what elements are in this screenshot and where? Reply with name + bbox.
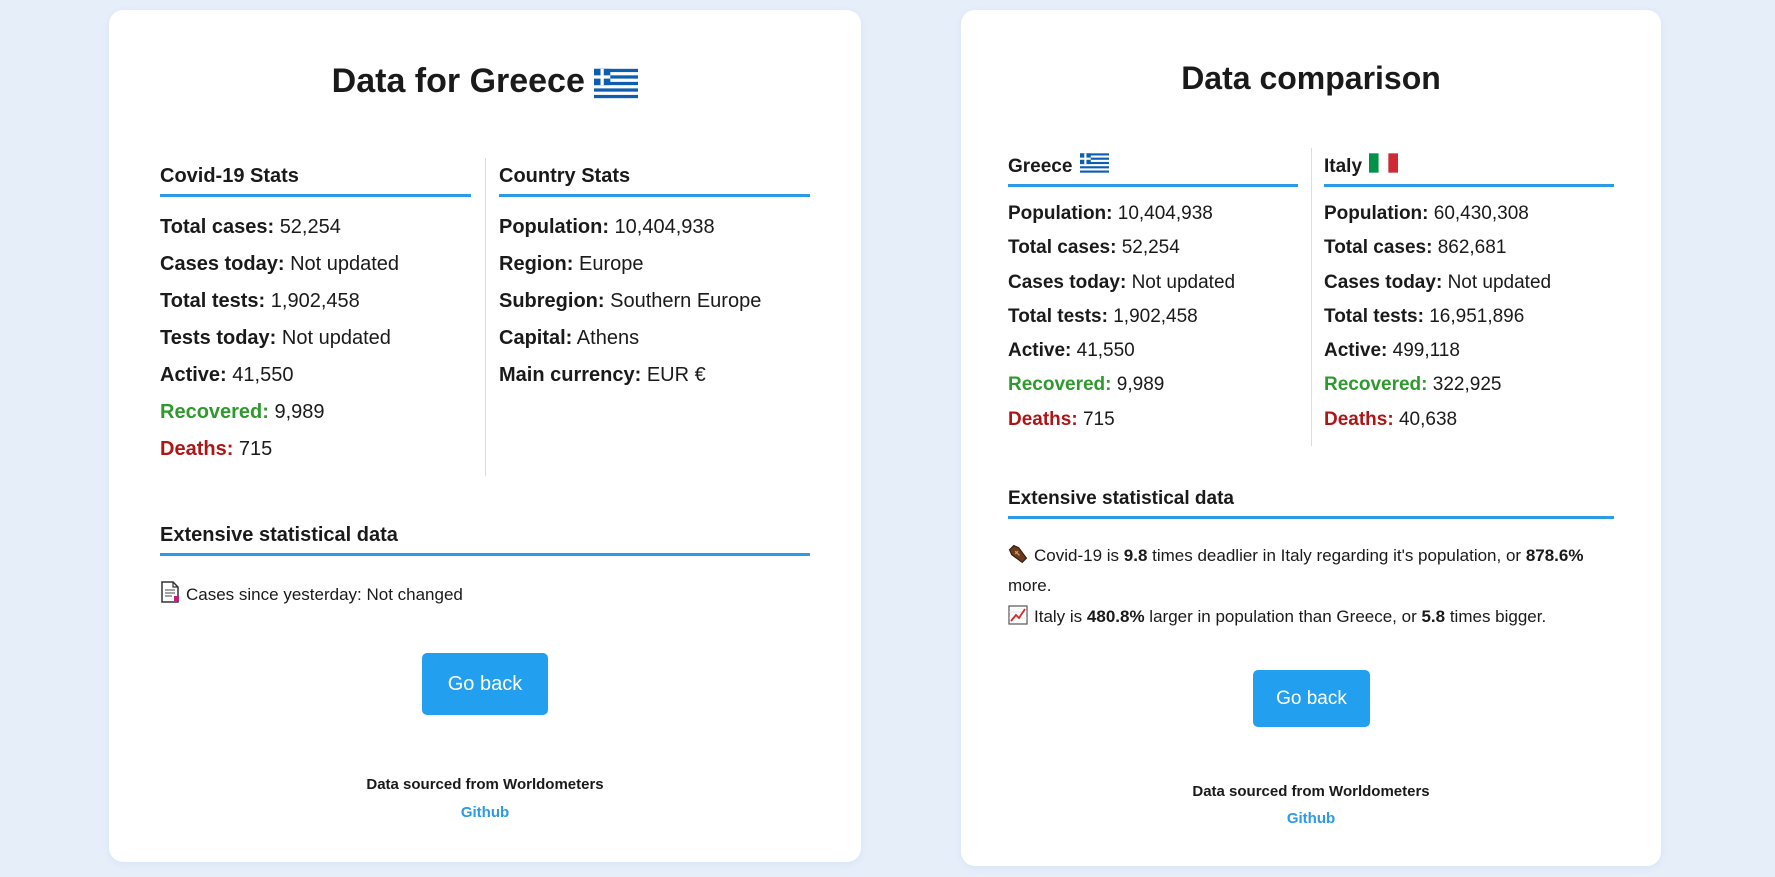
a-deaths: Deaths: 715	[1008, 409, 1115, 430]
stat-currency: Main currency: EUR €	[499, 364, 706, 386]
stat-subregion: Subregion: Southern Europe	[499, 290, 762, 312]
stat-capital: Capital: Athens	[499, 327, 640, 349]
comparison-divider	[1311, 148, 1312, 446]
italy-flag-icon	[1369, 153, 1399, 173]
greece-flag-icon	[1079, 153, 1109, 173]
stat-population: Population: 10,404,938	[499, 216, 715, 238]
page-icon	[161, 581, 179, 603]
stat-recovered: Recovered: 9,989	[160, 401, 325, 423]
data-source-text: Data sourced from Worldometers	[366, 776, 604, 793]
comparison-data-source: Data sourced from Worldometers	[1192, 783, 1430, 800]
stat-total-cases: Total cases: 52,254	[160, 216, 341, 238]
stat-total-tests: Total tests: 1,902,458	[160, 290, 360, 312]
a-cases-today: Cases today: Not updated	[1008, 272, 1236, 293]
b-active: Active: 499,118	[1324, 340, 1460, 361]
stat-deaths: Deaths: 715	[160, 438, 273, 460]
comparison-github-link[interactable]: Github	[961, 810, 1661, 827]
b-total-cases: Total cases: 862,681	[1324, 237, 1507, 258]
go-back-button[interactable]: Go back	[422, 653, 548, 715]
stat-cases-today: Cases today: Not updated	[160, 253, 400, 275]
a-recovered: Recovered: 9,989	[1008, 374, 1165, 395]
population-comparison: Italy is 480.8% larger in population tha…	[1008, 602, 1598, 632]
a-total-tests: Total tests: 1,902,458	[1008, 306, 1198, 327]
b-cases-today: Cases today: Not updated	[1324, 272, 1552, 293]
country-a-header: Greece	[1008, 153, 1298, 187]
cases-since-yesterday: Cases since yesterday: Not changed	[160, 580, 463, 610]
stat-region: Region: Europe	[499, 253, 644, 275]
stat-tests-today: Tests today: Not updated	[160, 327, 391, 349]
comparison-extensive-header: Extensive statistical data	[1008, 488, 1614, 519]
chart-increasing-icon	[1008, 605, 1028, 625]
covid-stats-header: Covid-19 Stats	[160, 165, 471, 197]
page: Data for Greece Covid-19 Stats Country S…	[0, 0, 1775, 877]
comparison-card: Data comparison Greece Italy Population:…	[961, 10, 1661, 866]
deadliness-comparison: Covid-19 is 9.8 times deadlier in Italy …	[1008, 544, 1584, 595]
github-link[interactable]: Github	[109, 804, 861, 821]
b-total-tests: Total tests: 16,951,896	[1324, 306, 1525, 327]
a-total-cases: Total cases: 52,254	[1008, 237, 1180, 258]
country-b-header: Italy	[1324, 153, 1614, 187]
column-divider	[485, 158, 486, 476]
a-population: Population: 10,404,938	[1008, 203, 1213, 224]
greece-flag-icon	[594, 68, 639, 98]
title-text: Data for Greece	[331, 62, 585, 100]
stat-active: Active: 41,550	[160, 364, 294, 386]
page-title: Data for Greece	[109, 62, 861, 101]
a-active: Active: 41,550	[1008, 340, 1135, 361]
coffin-icon	[1008, 544, 1028, 564]
country-stats-header: Country Stats	[499, 165, 810, 197]
comparison-title: Data comparison	[1181, 60, 1441, 96]
comparison-go-back-button[interactable]: Go back	[1253, 670, 1370, 727]
b-recovered: Recovered: 322,925	[1324, 374, 1502, 395]
country-data-card: Data for Greece Covid-19 Stats Country S…	[109, 10, 861, 862]
b-deaths: Deaths: 40,638	[1324, 409, 1458, 430]
b-population: Population: 60,430,308	[1324, 203, 1529, 224]
extensive-data-header: Extensive statistical data	[160, 524, 810, 556]
